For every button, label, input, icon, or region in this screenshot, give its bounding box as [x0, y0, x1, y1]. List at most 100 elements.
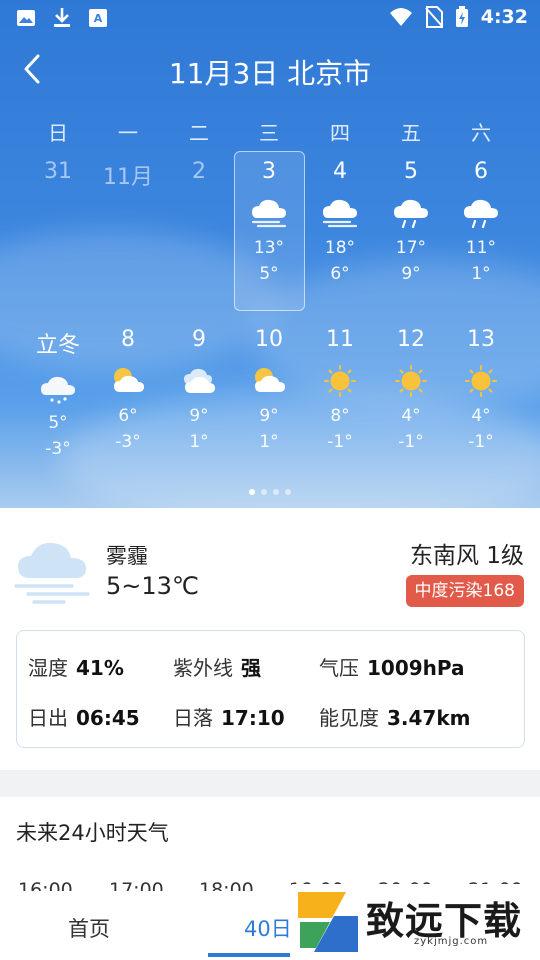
light-rain-icon: [394, 199, 428, 229]
day-cell[interactable]: 9 9° 1°: [164, 327, 234, 477]
haze-icon: [14, 542, 90, 604]
watermark-logo-icon: [298, 892, 358, 952]
day-cell[interactable]: 11 8° -1°: [305, 327, 375, 477]
watermark: 致远下载 zykjmjg.com: [292, 884, 540, 960]
low-temp: -3°: [45, 439, 71, 459]
day-label: 8: [121, 327, 135, 352]
image-icon: [17, 10, 35, 26]
day-label: 2: [192, 159, 206, 184]
page-dot: [273, 489, 279, 495]
day-label: 5: [404, 159, 418, 184]
cloudy-icon: [184, 368, 215, 393]
day-label: 9: [192, 327, 206, 352]
sunset: 日落 17:10: [173, 702, 285, 731]
day-cell[interactable]: 5 17° 9°: [376, 159, 446, 309]
high-temp: 4°: [401, 406, 421, 426]
aqi-badge[interactable]: 中度污染168: [405, 575, 524, 607]
day-cell[interactable]: 4 18° 6°: [305, 159, 375, 309]
watermark-url: zykjmjg.com: [414, 936, 489, 947]
calendar-panel: A 4:32 11月3日 北京市 日 一 二 三 四 五 六 31 11月 2 …: [0, 0, 540, 508]
sunset-value: 17:10: [221, 706, 285, 730]
wind-text: 东南风 1级: [410, 543, 524, 569]
low-temp: -1°: [398, 432, 424, 452]
tab-40-days[interactable]: 40日: [244, 913, 292, 943]
day-cell[interactable]: 13 4° -1°: [446, 327, 516, 477]
low-temp: -1°: [468, 432, 494, 452]
day-label: 11月: [103, 165, 153, 190]
uv-value: 强: [241, 656, 261, 680]
weather-details: 湿度 41% 紫外线强 气压 1009hPa 日出 06:45 日落 17:10 能见度…: [16, 630, 525, 748]
page-indicator[interactable]: [0, 489, 540, 495]
low-temp: 1°: [189, 432, 209, 452]
pressure-value: 1009hPa: [367, 656, 465, 680]
day-cell[interactable]: 31: [23, 159, 93, 309]
light-rain-icon: [464, 199, 498, 229]
low-temp: 1°: [471, 264, 491, 284]
low-temp: 6°: [330, 264, 350, 284]
day-label: 12: [397, 327, 425, 352]
partly-cloudy-icon: [255, 368, 285, 392]
sunrise-label: 日出: [28, 706, 68, 730]
weekday-sat: 六: [471, 121, 491, 145]
high-temp: 4°: [471, 406, 491, 426]
snow-cloud-icon: [41, 376, 75, 404]
high-temp: 13°: [253, 238, 285, 258]
high-temp: 8°: [330, 406, 350, 426]
no-sim-icon: [424, 6, 443, 28]
weekday-mon: 一: [118, 121, 138, 145]
visibility-label: 能见度: [319, 706, 379, 730]
day-label: 6: [474, 159, 488, 184]
low-temp: 5°: [259, 264, 279, 284]
high-temp: 11°: [465, 238, 497, 258]
humidity: 湿度 41%: [28, 652, 124, 681]
page-dot: [249, 489, 255, 495]
sunrise: 日出 06:45: [28, 702, 140, 731]
active-tab-indicator: [208, 953, 290, 957]
svg-text:A: A: [94, 12, 103, 25]
day-label: 3: [262, 159, 276, 184]
visibility-value: 3.47km: [387, 706, 471, 730]
day-cell[interactable]: 6 11° 1°: [446, 159, 516, 309]
day-cell[interactable]: 10 9° 1°: [234, 327, 304, 477]
uv-index: 紫外线强: [173, 652, 261, 681]
day-label: 11: [326, 327, 354, 352]
wifi-icon: [389, 8, 412, 26]
high-temp: 5°: [48, 413, 68, 433]
low-temp: 1°: [259, 432, 279, 452]
section-title: 未来24小时天气: [16, 821, 169, 845]
day-cell[interactable]: 12 4° -1°: [376, 327, 446, 477]
condition-text: 雾霾: [106, 544, 148, 568]
sunset-label: 日落: [173, 706, 213, 730]
low-temp: -1°: [327, 432, 353, 452]
sunny-icon: [395, 365, 427, 397]
sunny-icon: [324, 365, 356, 397]
day-cell-selected[interactable]: 3 13° 5°: [234, 159, 304, 309]
day-cell[interactable]: 11月: [93, 159, 163, 309]
high-temp: 6°: [118, 406, 138, 426]
weekday-wed: 三: [259, 121, 279, 145]
tab-home[interactable]: 首页: [68, 913, 110, 943]
clock: 4:32: [480, 6, 528, 28]
haze-icon: [251, 199, 287, 228]
app-notification-icon: A: [89, 9, 107, 27]
day-label: 10: [255, 327, 283, 352]
day-label: 31: [44, 159, 72, 184]
battery-charging-icon: [455, 6, 468, 27]
low-temp: 9°: [401, 264, 421, 284]
day-cell[interactable]: 立冬 5° -3°: [23, 327, 93, 477]
header: 11月3日 北京市: [0, 48, 540, 92]
pressure: 气压 1009hPa: [319, 652, 465, 681]
status-bar: A 4:32: [0, 0, 540, 36]
day-cell[interactable]: 8 6° -3°: [93, 327, 163, 477]
high-temp: 18°: [324, 238, 356, 258]
day-label: 立冬: [35, 333, 80, 358]
pressure-label: 气压: [319, 656, 359, 680]
weekday-fri: 五: [401, 121, 421, 145]
partly-cloudy-icon: [114, 368, 144, 392]
sunny-icon: [465, 365, 497, 397]
low-temp: -3°: [115, 432, 141, 452]
high-temp: 9°: [259, 406, 279, 426]
weekday-tue: 二: [189, 121, 209, 145]
day-cell[interactable]: 2: [164, 159, 234, 309]
page-dot: [261, 489, 267, 495]
